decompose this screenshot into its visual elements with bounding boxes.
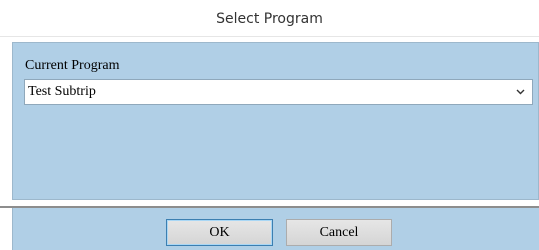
cancel-button[interactable]: Cancel bbox=[286, 219, 392, 246]
current-program-value: Test Subtrip bbox=[28, 84, 96, 99]
program-panel: Current Program Test Subtrip bbox=[12, 42, 539, 200]
title-divider bbox=[0, 36, 539, 37]
title-bar[interactable]: Select Program bbox=[0, 0, 539, 36]
window-title: Select Program bbox=[216, 11, 323, 27]
chevron-down-icon[interactable] bbox=[512, 89, 528, 95]
button-bar: OK Cancel bbox=[12, 208, 539, 250]
ok-button[interactable]: OK bbox=[166, 219, 273, 246]
current-program-select[interactable]: Test Subtrip bbox=[24, 79, 533, 105]
current-program-label: Current Program bbox=[25, 58, 120, 73]
